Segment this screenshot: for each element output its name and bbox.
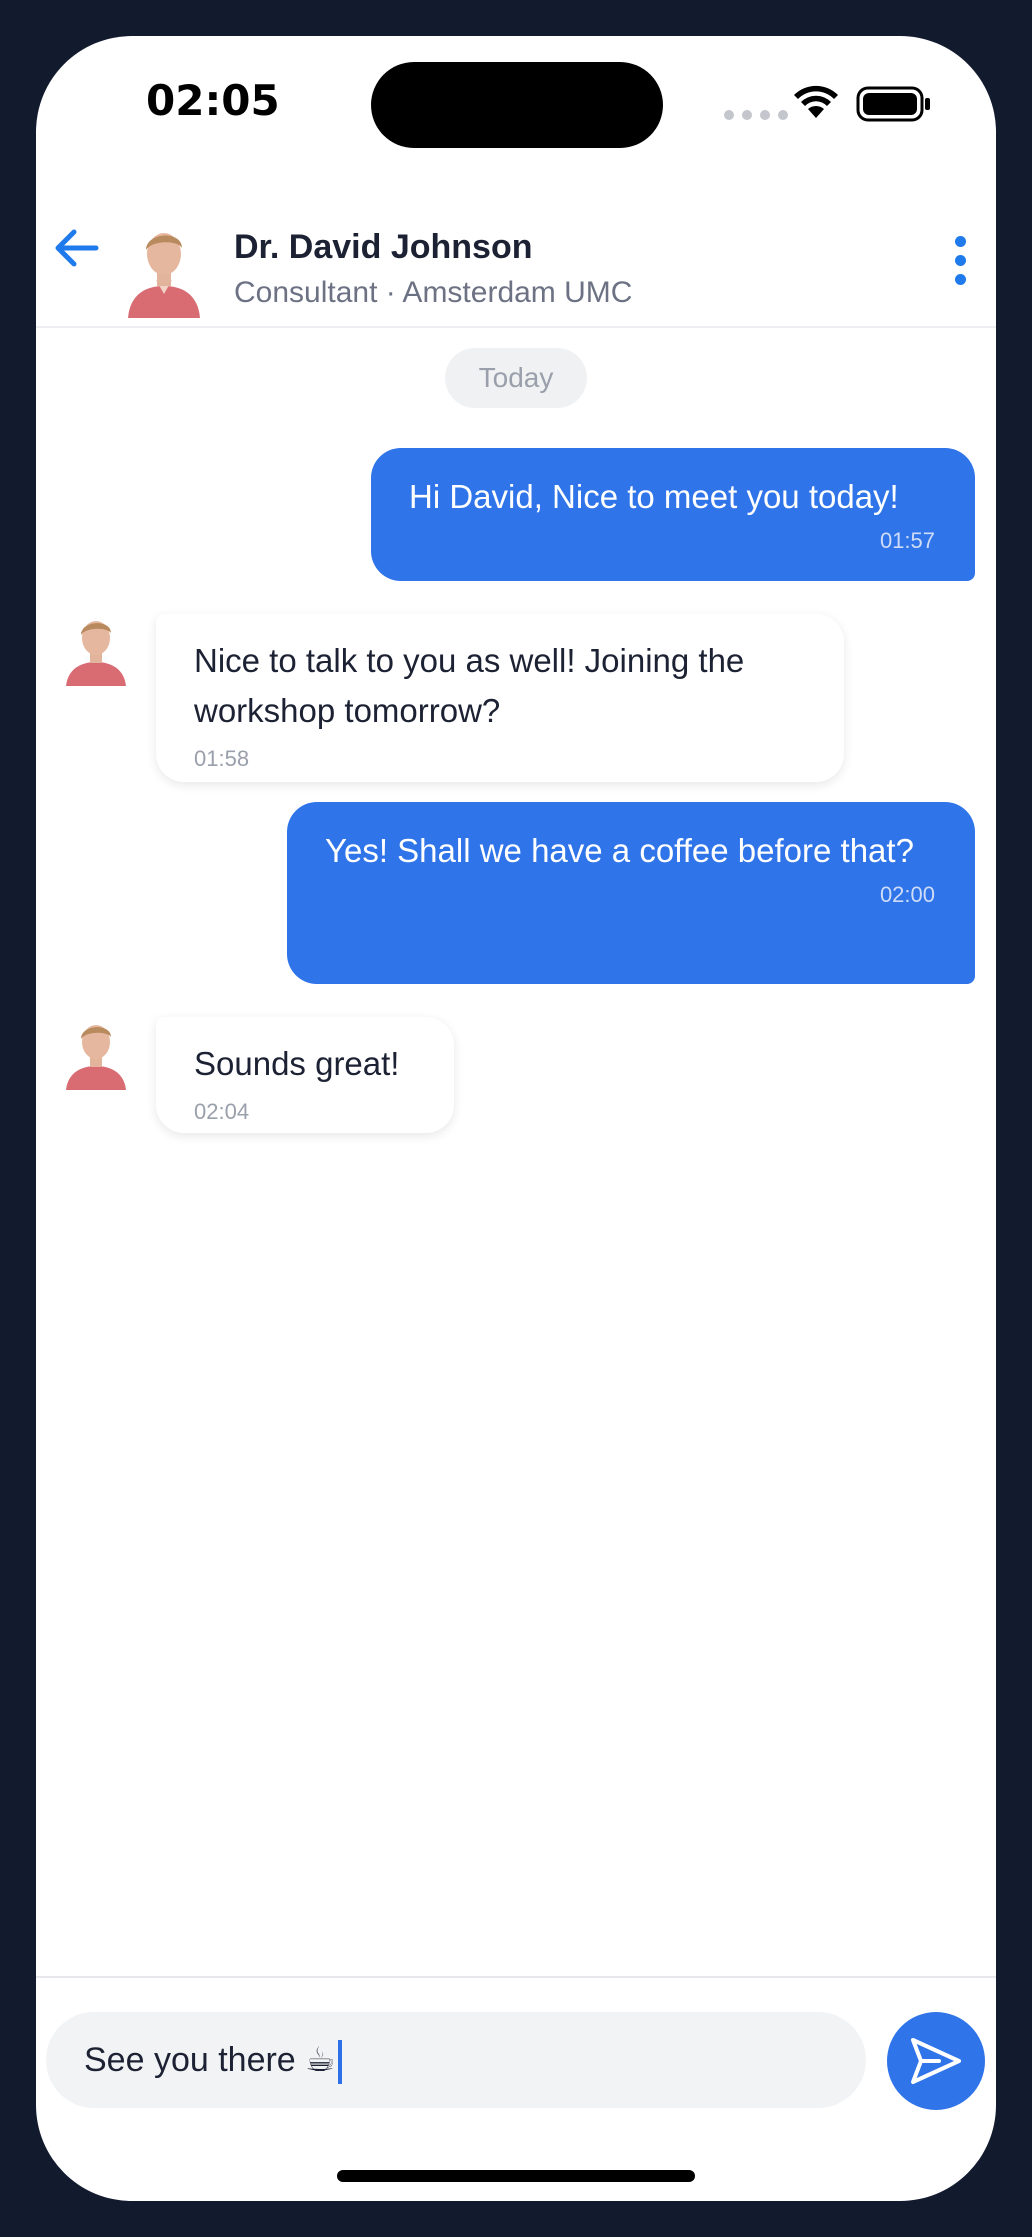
contact-subtitle: Consultant · Amsterdam UMC — [234, 276, 633, 309]
dynamic-island — [371, 62, 663, 148]
message-text: Hi David, Nice to meet you today! — [409, 478, 899, 515]
message-text: Yes! Shall we have a coffee before that? — [325, 832, 914, 869]
message-incoming[interactable]: Sounds great! 02:04 — [156, 1017, 454, 1133]
sender-avatar[interactable] — [64, 1014, 128, 1090]
send-icon — [911, 2038, 961, 2084]
message-text: Sounds great! — [194, 1045, 400, 1082]
send-button[interactable] — [887, 2012, 985, 2110]
text-cursor — [337, 2040, 342, 2085]
app-screen: 02:05 Dr. David Johnson Consultant · Ams… — [36, 36, 996, 2201]
contact-avatar[interactable] — [126, 218, 202, 318]
chat-header: Dr. David Johnson Consultant · Amsterdam… — [36, 176, 996, 328]
message-time: 02:04 — [194, 1099, 250, 1124]
message-text: Nice to talk to you as well! Joining the… — [194, 642, 745, 729]
wifi-icon — [794, 85, 838, 118]
back-arrow-icon[interactable] — [46, 218, 106, 278]
sender-avatar[interactable] — [64, 610, 128, 686]
message-outgoing[interactable]: Yes! Shall we have a coffee before that?… — [287, 802, 975, 984]
status-time: 02:05 — [146, 76, 280, 125]
message-input[interactable]: See you there ☕ — [46, 2012, 866, 2108]
contact-name[interactable]: Dr. David Johnson — [234, 228, 533, 267]
date-separator: Today — [445, 348, 587, 408]
composer-divider — [36, 1976, 996, 1978]
message-outgoing[interactable]: Hi David, Nice to meet you today! 01:57 — [371, 448, 975, 581]
message-time: 02:00 — [879, 882, 935, 907]
more-options-icon[interactable] — [948, 236, 972, 292]
message-time: 01:58 — [194, 746, 250, 771]
message-incoming[interactable]: Nice to talk to you as well! Joining the… — [156, 614, 844, 782]
phone-frame: 02:05 Dr. David Johnson Consultant · Ams… — [0, 0, 1032, 2237]
cellular-signal-icon — [724, 110, 788, 120]
battery-icon — [856, 86, 930, 122]
message-time: 01:57 — [879, 528, 935, 553]
home-indicator[interactable] — [337, 2170, 695, 2182]
message-input-value: See you there ☕ — [84, 2041, 336, 2079]
